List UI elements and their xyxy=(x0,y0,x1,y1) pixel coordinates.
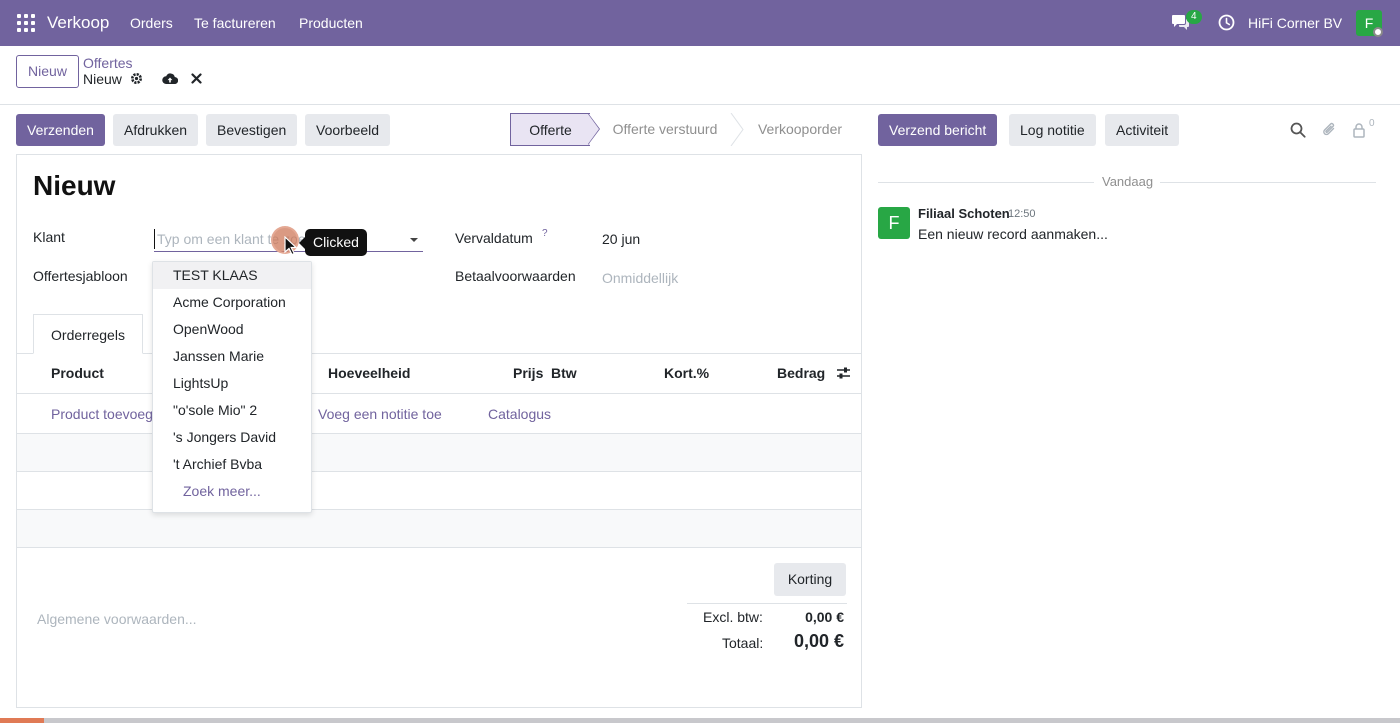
send-button[interactable]: Verzenden xyxy=(16,114,105,146)
row-divider xyxy=(17,547,861,548)
app-menu-icon[interactable] xyxy=(17,14,35,32)
control-panel xyxy=(0,46,1400,105)
stage-separator xyxy=(730,113,744,146)
row-divider xyxy=(17,471,861,472)
header-divider xyxy=(17,393,861,394)
dropdown-option[interactable]: TEST KLAAS xyxy=(153,262,311,289)
dropdown-option[interactable]: 's Jongers David xyxy=(153,424,311,451)
stage-arrow-fill xyxy=(588,114,599,144)
col-price[interactable]: Prijs xyxy=(513,365,543,381)
customer-autocomplete-dropdown: TEST KLAAS Acme Corporation OpenWood Jan… xyxy=(152,261,312,513)
add-note-link[interactable]: Voeg een notitie toe xyxy=(318,406,442,422)
tab-divider xyxy=(17,353,861,354)
payment-terms-label: Betaalvoorwaarden xyxy=(455,268,576,284)
dropdown-option[interactable]: Acme Corporation xyxy=(153,289,311,316)
message-body: Een nieuw record aanmaken... xyxy=(918,226,1108,242)
discount-button[interactable]: Korting xyxy=(774,563,846,596)
col-amount[interactable]: Bedrag xyxy=(777,365,825,381)
message-time: 12:50 xyxy=(1008,208,1036,220)
search-icon[interactable] xyxy=(1290,122,1306,138)
col-product[interactable]: Product xyxy=(51,365,104,381)
add-product-link[interactable]: Product toevoegen xyxy=(51,406,169,422)
payment-terms-field[interactable]: Onmiddellijk xyxy=(602,270,678,286)
stage-sales-order[interactable]: Verkooporder xyxy=(745,113,855,146)
day-separator: Vandaag xyxy=(1102,174,1154,189)
totals-divider xyxy=(687,603,847,604)
clock-icon[interactable] xyxy=(1218,14,1235,31)
column-settings-icon[interactable] xyxy=(836,366,851,380)
preview-button[interactable]: Voorbeeld xyxy=(305,114,391,146)
day-separator-line xyxy=(878,182,1094,183)
dropdown-option[interactable]: 't Archief Bvba xyxy=(153,451,311,478)
tab-order-lines[interactable]: Orderregels xyxy=(33,314,143,354)
catalog-link[interactable]: Catalogus xyxy=(488,406,551,422)
message-avatar[interactable]: F xyxy=(878,207,910,239)
clicked-tooltip: Clicked xyxy=(305,229,367,256)
print-button[interactable]: Afdrukken xyxy=(113,114,199,146)
col-discount[interactable]: Kort.% xyxy=(664,365,709,381)
confirm-button[interactable]: Bevestigen xyxy=(206,114,298,146)
menu-to-invoice[interactable]: Te factureren xyxy=(194,15,276,31)
new-record-button[interactable]: Nieuw xyxy=(16,55,79,88)
cloud-upload-icon[interactable] xyxy=(162,72,178,85)
stage-quotation-sent[interactable]: Offerte verstuurd xyxy=(600,113,730,146)
empty-row xyxy=(17,510,861,547)
top-navbar: Verkoop Orders Te factureren Producten 4… xyxy=(0,0,1400,46)
app-name[interactable]: Verkoop xyxy=(47,13,109,33)
gear-icon[interactable] xyxy=(130,72,143,85)
loading-progress-bar xyxy=(0,718,44,723)
mouse-cursor-icon xyxy=(284,236,298,256)
chevron-down-icon[interactable] xyxy=(410,238,418,242)
untaxed-value: 0,00 € xyxy=(805,609,844,625)
breadcrumb-current: Nieuw xyxy=(83,71,122,87)
dropdown-option[interactable]: OpenWood xyxy=(153,316,311,343)
day-separator-line xyxy=(1160,182,1376,183)
help-tooltip-icon[interactable]: ? xyxy=(542,228,548,239)
col-quantity[interactable]: Hoeveelheid xyxy=(328,365,410,381)
log-note-button[interactable]: Log notitie xyxy=(1009,114,1096,146)
lock-icon[interactable] xyxy=(1352,122,1366,138)
dropdown-option[interactable]: LightsUp xyxy=(153,370,311,397)
customer-label: Klant xyxy=(33,229,65,245)
col-tax[interactable]: Btw xyxy=(551,365,577,381)
company-switcher[interactable]: HiFi Corner BV xyxy=(1248,15,1342,31)
record-title: Nieuw xyxy=(33,170,116,201)
chat-count-badge: 4 xyxy=(1186,10,1202,24)
untaxed-label: Excl. btw: xyxy=(703,609,763,625)
total-value: 0,00 € xyxy=(793,631,844,651)
dropdown-option[interactable]: "o'sole Mio" 2 xyxy=(153,397,311,424)
breadcrumb-parent[interactable]: Offertes xyxy=(83,55,133,71)
expiration-value[interactable]: 20 jun xyxy=(602,231,640,247)
paperclip-icon[interactable] xyxy=(1322,121,1337,138)
empty-row xyxy=(17,434,861,471)
bottom-scrollbar[interactable] xyxy=(0,718,1400,723)
message-author[interactable]: Filiaal Schoten xyxy=(918,206,1010,221)
discard-icon[interactable] xyxy=(191,73,202,84)
dropdown-option[interactable]: Janssen Marie xyxy=(153,343,311,370)
presence-status-icon xyxy=(1373,27,1383,37)
quotation-template-label: Offertesjabloon xyxy=(33,268,128,284)
expiration-label: Vervaldatum xyxy=(455,230,533,246)
total-label: Totaal: xyxy=(722,635,764,651)
menu-products[interactable]: Producten xyxy=(299,15,363,31)
follower-count: 0 xyxy=(1369,118,1375,129)
send-message-button[interactable]: Verzend bericht xyxy=(878,114,998,146)
menu-orders[interactable]: Orders xyxy=(130,15,173,31)
search-more-option[interactable]: Zoek meer... xyxy=(153,478,311,505)
terms-conditions-field[interactable]: Algemene voorwaarden... xyxy=(37,611,197,627)
activity-button[interactable]: Activiteit xyxy=(1105,114,1180,146)
stage-quotation[interactable]: Offerte xyxy=(510,113,590,146)
